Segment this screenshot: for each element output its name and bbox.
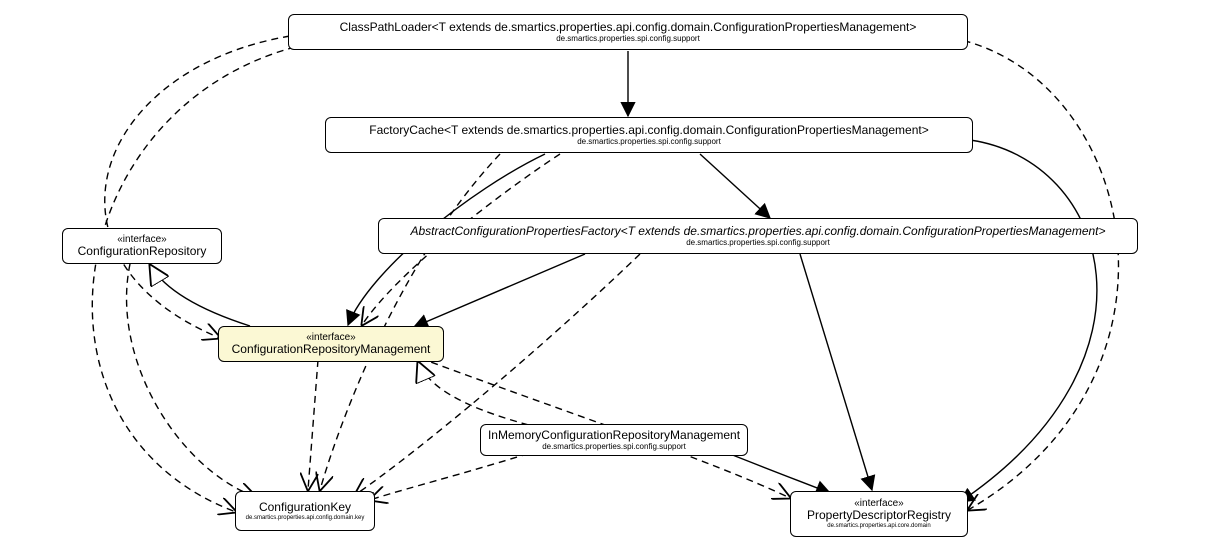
diagram-edges [0, 0, 1210, 557]
node-title: ConfigurationKey [259, 501, 351, 515]
node-title: AbstractConfigurationPropertiesFactory<T… [410, 225, 1105, 239]
node-title: InMemoryConfigurationRepositoryManagemen… [488, 429, 740, 443]
node-factory-cache[interactable]: FactoryCache<T extends de.smartics.prope… [325, 117, 973, 153]
node-package: de.smartics.properties.api.config.domain… [246, 515, 365, 522]
node-stereotype: «interface» [117, 234, 166, 245]
node-package: de.smartics.properties.spi.config.suppor… [577, 138, 721, 147]
node-package: de.smartics.properties.spi.config.suppor… [556, 35, 700, 44]
node-package: de.smartics.properties.spi.config.suppor… [542, 443, 686, 452]
node-configuration-key[interactable]: ConfigurationKey de.smartics.properties.… [235, 491, 375, 531]
node-title: ClassPathLoader<T extends de.smartics.pr… [340, 21, 917, 35]
node-configuration-repository[interactable]: «interface» ConfigurationRepository [62, 228, 222, 264]
node-package: de.smartics.properties.spi.config.suppor… [686, 239, 830, 248]
node-title: ConfigurationRepositoryManagement [232, 343, 431, 357]
node-class-path-loader[interactable]: ClassPathLoader<T extends de.smartics.pr… [288, 14, 968, 50]
node-abstract-factory[interactable]: AbstractConfigurationPropertiesFactory<T… [378, 218, 1138, 254]
node-stereotype: «interface» [306, 332, 355, 343]
node-title: ConfigurationRepository [78, 245, 207, 259]
node-title: PropertyDescriptorRegistry [807, 509, 951, 523]
node-property-descriptor-registry[interactable]: «interface» PropertyDescriptorRegistry d… [790, 491, 968, 537]
node-package: de.smartics.properties.api.core.domain [827, 523, 930, 530]
node-in-memory-crm[interactable]: InMemoryConfigurationRepositoryManagemen… [480, 424, 748, 456]
node-title: FactoryCache<T extends de.smartics.prope… [369, 124, 928, 138]
node-configuration-repository-management[interactable]: «interface» ConfigurationRepositoryManag… [218, 326, 444, 362]
